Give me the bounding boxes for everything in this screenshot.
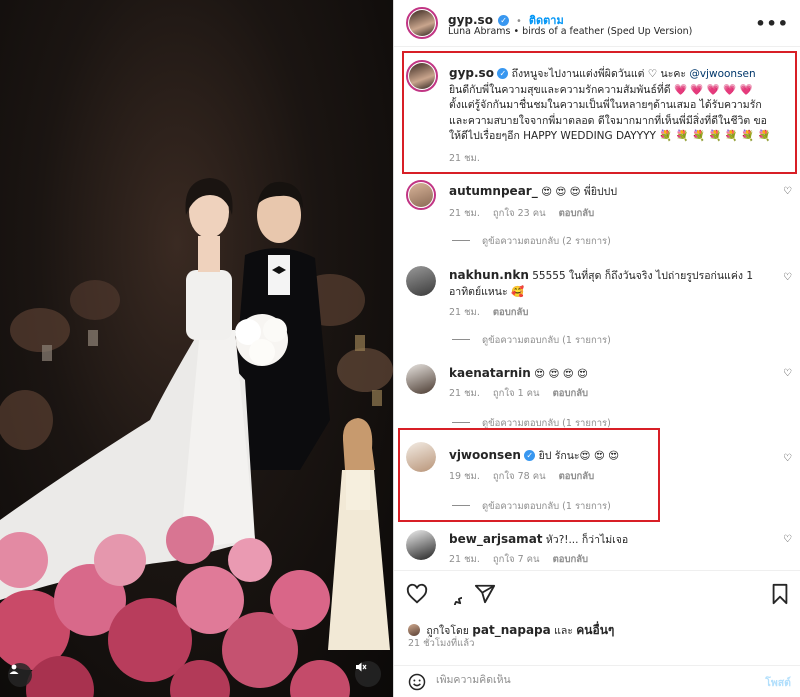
tagged-users-button[interactable] [8, 663, 32, 687]
comment-item: bew_arjsamat หัว?!... ก็ว่าไม่เจอ 21 ชม.… [394, 528, 800, 568]
replies-dash [452, 240, 470, 241]
bookmark-icon[interactable] [769, 583, 791, 605]
reply-button[interactable]: ตอบกลับ [553, 554, 589, 565]
view-replies-label: ดูข้อความตอบกลับ (2 รายการ) [482, 236, 611, 247]
liked-by-and: และ [554, 625, 573, 637]
reply-button[interactable]: ตอบกลับ [493, 307, 529, 318]
like-comment-icon[interactable]: ♡ [783, 368, 792, 379]
comment-meta: 21 ชม. ถูกใจ 1 คน ตอบกลับ [449, 386, 598, 401]
commenter-username[interactable]: nakhun.nkn [449, 268, 529, 282]
liked-by-others[interactable]: คนอื่นๆ [576, 623, 614, 637]
highlight-box-comment [398, 428, 660, 522]
author-username[interactable]: gyp.so [448, 13, 493, 27]
post-actions: ถูกใจโดย pat_napapa และ คนอื่นๆ 21 ชั่วโ… [394, 570, 800, 670]
reply-button[interactable]: ตอบกลับ [553, 388, 589, 399]
muted-speaker-icon [356, 662, 367, 672]
post-time[interactable]: 21 ชั่วโมงที่แล้ว [408, 636, 474, 651]
add-comment-input[interactable] [436, 674, 736, 686]
comment-text: autumnpear_ 😍 😍 😍 พี่ยิปปป [449, 184, 779, 201]
mute-button[interactable] [355, 661, 381, 687]
comment-likes[interactable]: ถูกใจ 7 คน [493, 554, 540, 565]
view-replies-button[interactable]: ดูข้อความตอบกลับ (1 รายการ) [452, 333, 611, 348]
view-replies-button[interactable]: ดูข้อความตอบกลับ (2 รายการ) [452, 234, 611, 249]
highlight-box-caption [402, 51, 797, 174]
wedding-photo [0, 178, 393, 697]
comment-text: bew_arjsamat หัว?!... ก็ว่าไม่เจอ [449, 532, 779, 549]
comment-item: autumnpear_ 😍 😍 😍 พี่ยิปปป 21 ชม. ถูกใจ … [394, 178, 800, 256]
post-details-panel: gyp.so ✓ • ติดตาม Luna Abrams • birds of… [393, 0, 800, 697]
like-comment-icon[interactable]: ♡ [783, 534, 792, 545]
liked-by-user[interactable]: pat_napapa [472, 623, 550, 637]
comment-item: kaenatarnin 😍 😍 😍 😍 21 ชม. ถูกใจ 1 คน ตอ… [394, 362, 800, 432]
view-replies-label: ดูข้อความตอบกลับ (1 รายการ) [482, 335, 611, 346]
commenter-username[interactable]: bew_arjsamat [449, 532, 543, 546]
replies-dash [452, 422, 470, 423]
comment-text: nakhun.nkn 55555 ในที่สุด ก็ถึงวันจริง ไ… [449, 268, 779, 300]
like-comment-icon[interactable]: ♡ [783, 453, 792, 464]
emoji-icon[interactable] [408, 673, 426, 691]
comment-meta: 21 ชม. ตอบกลับ [449, 305, 538, 320]
comment-time: 21 ชม. [449, 208, 480, 219]
comment-meta: 21 ชม. ถูกใจ 23 คน ตอบกลับ [449, 206, 604, 221]
heart-icon[interactable] [406, 583, 428, 605]
replies-dash [452, 339, 470, 340]
comment-time: 21 ชม. [449, 388, 480, 399]
commenter-avatar[interactable] [406, 364, 436, 394]
post-comment-button[interactable]: โพสต์ [765, 674, 791, 691]
comment-item: nakhun.nkn 55555 ในที่สุด ก็ถึงวันจริง ไ… [394, 264, 800, 354]
comment-body: หัว?!... ก็ว่าไม่เจอ [545, 534, 629, 546]
more-options-icon[interactable]: ••• [755, 14, 789, 33]
add-comment-bar: โพสต์ [394, 665, 800, 697]
comment-icon[interactable] [440, 583, 462, 605]
verified-badge-icon: ✓ [498, 15, 510, 26]
author-avatar[interactable] [406, 7, 438, 39]
commenter-username[interactable]: autumnpear_ [449, 184, 538, 198]
commenter-username[interactable]: kaenatarnin [449, 366, 531, 380]
reply-button[interactable]: ตอบกลับ [559, 208, 595, 219]
post-header: gyp.so ✓ • ติดตาม Luna Abrams • birds of… [394, 0, 800, 47]
comment-text: kaenatarnin 😍 😍 😍 😍 [449, 366, 779, 383]
comment-time: 21 ชม. [449, 554, 480, 565]
person-icon [9, 664, 19, 674]
commenter-avatar[interactable] [406, 266, 436, 296]
audio-track[interactable]: Luna Abrams • birds of a feather (Sped U… [448, 26, 692, 37]
comment-body: 😍 😍 😍 😍 [534, 368, 588, 380]
share-icon[interactable] [474, 583, 496, 605]
comment-likes[interactable]: ถูกใจ 1 คน [493, 388, 540, 399]
comment-meta: 21 ชม. ถูกใจ 7 คน ตอบกลับ [449, 552, 598, 567]
commenter-avatar[interactable] [406, 180, 436, 210]
comment-body: 😍 😍 😍 พี่ยิปปป [541, 186, 617, 198]
comment-likes[interactable]: ถูกใจ 23 คน [493, 208, 546, 219]
commenter-avatar[interactable] [406, 530, 436, 560]
like-comment-icon[interactable]: ♡ [783, 186, 792, 197]
comment-time: 21 ชม. [449, 307, 480, 318]
post-video[interactable] [0, 0, 393, 697]
like-comment-icon[interactable]: ♡ [783, 272, 792, 283]
liker-avatar [408, 624, 420, 636]
